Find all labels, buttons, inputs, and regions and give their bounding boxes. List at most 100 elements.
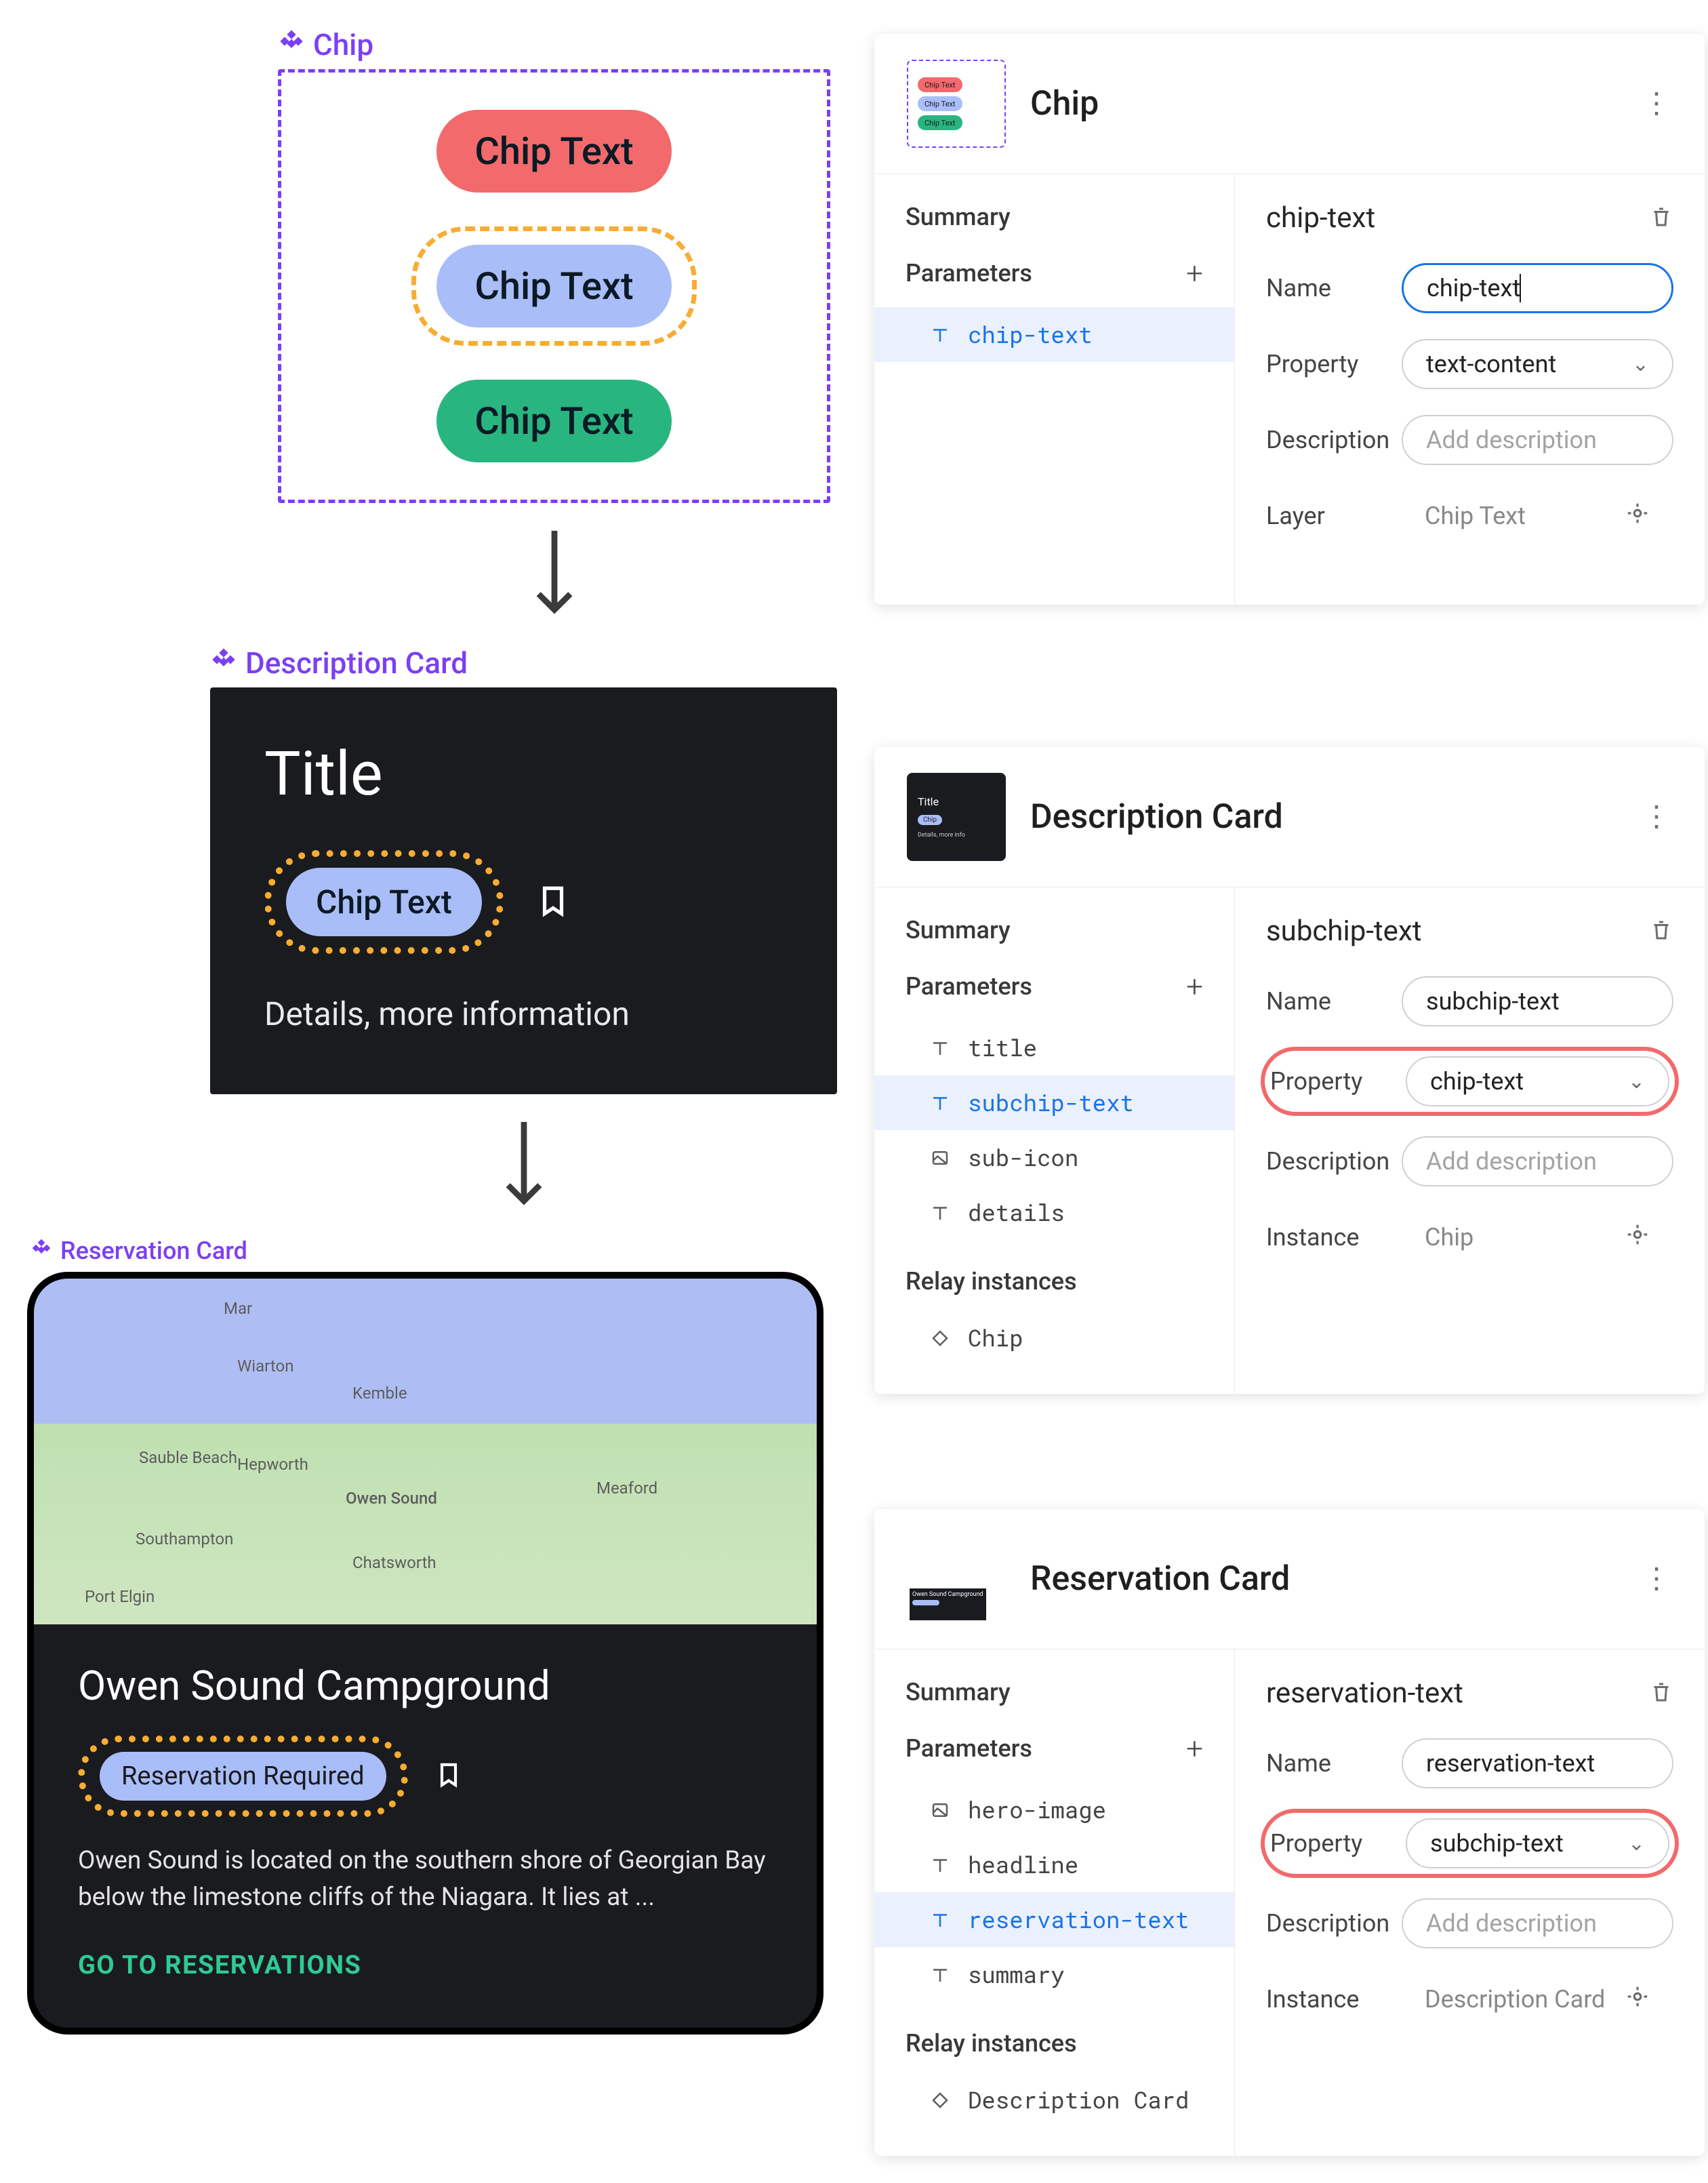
property-select[interactable]: subchip-text ⌄ — [1406, 1818, 1669, 1868]
reservation-card-preview[interactable]: Mar Wiarton Kemble Sauble Beach Hepworth… — [27, 1272, 824, 2035]
panel-thumbnail: Chip Text Chip Text Chip Text — [907, 60, 1006, 148]
add-parameter-icon[interactable]: + — [1186, 969, 1203, 1004]
instance-value: Description Card — [1402, 1974, 1673, 2024]
add-parameter-icon[interactable]: + — [1186, 256, 1203, 291]
chip-variant-red[interactable]: Chip Text — [436, 110, 671, 193]
chip-variant-blue-highlight: Chip Text — [411, 226, 696, 346]
more-menu-icon[interactable]: ⋮ — [1642, 803, 1672, 831]
property-label: Property — [1270, 1067, 1406, 1096]
panel-title: Chip — [1030, 84, 1618, 123]
text-type-icon — [929, 1854, 952, 1877]
chip-frame-label: Chip — [278, 27, 840, 62]
param-chip-text[interactable]: chip-text — [874, 307, 1234, 362]
chevron-down-icon: ⌄ — [1628, 1070, 1645, 1094]
name-label: Name — [1266, 1749, 1402, 1778]
bookmark-icon[interactable] — [435, 1758, 462, 1795]
relay-instance-description-card[interactable]: Description Card — [874, 2072, 1234, 2127]
name-input[interactable]: subchip-text — [1402, 976, 1673, 1026]
detail-title: reservation-text — [1266, 1677, 1463, 1710]
res-frame-label: Reservation Card — [30, 1237, 840, 1265]
arrow-down-icon — [210, 1111, 837, 1220]
param-headline[interactable]: headline — [874, 1837, 1234, 1892]
panel-thumbnail: Title Chip Details, more info — [907, 773, 1006, 861]
property-select[interactable]: text-content ⌄ — [1402, 339, 1673, 389]
chip-variant-frame[interactable]: Chip Text Chip Text Chip Text — [278, 69, 830, 503]
description-card-preview[interactable]: Title Chip Text Details, more informatio… — [210, 687, 837, 1094]
summary-section[interactable]: Summary — [874, 203, 1234, 256]
param-summary[interactable]: summary — [874, 1947, 1234, 2002]
text-type-icon — [929, 323, 952, 346]
param-details[interactable]: details — [874, 1185, 1234, 1240]
diamond-icon — [929, 2089, 952, 2112]
desc-frame-title: Description Card — [245, 645, 468, 681]
hero-image-map: Mar Wiarton Kemble Sauble Beach Hepworth… — [34, 1279, 817, 1624]
desc-chip-highlight: Chip Text — [264, 850, 504, 954]
param-title[interactable]: title — [874, 1020, 1234, 1075]
instance-value: Chip — [1402, 1212, 1673, 1262]
add-parameter-icon[interactable]: + — [1186, 1731, 1203, 1766]
param-sub-icon[interactable]: sub-icon — [874, 1130, 1234, 1185]
instance-label: Instance — [1266, 1985, 1402, 2014]
text-type-icon — [929, 1908, 952, 1931]
res-frame-title: Reservation Card — [60, 1237, 247, 1265]
description-label: Description — [1266, 1909, 1402, 1938]
property-highlight: Property subchip-text ⌄ — [1261, 1809, 1679, 1878]
parameters-label: Parameters — [906, 972, 1032, 1001]
locate-icon[interactable] — [1625, 1222, 1650, 1254]
delete-icon[interactable] — [1649, 1680, 1673, 1707]
layer-value: Chip Text — [1402, 491, 1673, 541]
name-label: Name — [1266, 274, 1402, 302]
desc-details: Details, more information — [264, 995, 783, 1033]
res-chip-highlight: Reservation Required — [78, 1736, 408, 1817]
text-type-icon — [929, 1201, 952, 1224]
desc-chip[interactable]: Chip Text — [286, 868, 482, 936]
description-label: Description — [1266, 1147, 1402, 1176]
text-type-icon — [929, 1963, 952, 1986]
description-input[interactable]: Add description — [1402, 1898, 1673, 1948]
bookmark-icon[interactable] — [536, 880, 570, 925]
more-menu-icon[interactable]: ⋮ — [1642, 89, 1672, 118]
relay-instances-label: Relay instances — [874, 1240, 1234, 1310]
summary-section[interactable]: Summary — [874, 1678, 1234, 1731]
res-headline: Owen Sound Campground — [78, 1662, 773, 1710]
delete-icon[interactable] — [1649, 205, 1673, 232]
chevron-down-icon: ⌄ — [1628, 1832, 1645, 1856]
param-hero-image[interactable]: hero-image — [874, 1782, 1234, 1837]
detail-title: subchip-text — [1266, 915, 1422, 948]
param-reservation-text[interactable]: reservation-text — [874, 1892, 1234, 1947]
property-label: Property — [1270, 1829, 1406, 1858]
property-highlight: Property chip-text ⌄ — [1261, 1047, 1679, 1116]
relay-diamond-icon — [30, 1237, 52, 1265]
relay-diamond-icon — [210, 645, 237, 681]
chip-variant-green[interactable]: Chip Text — [436, 380, 671, 462]
delete-icon[interactable] — [1649, 918, 1673, 945]
name-input[interactable]: reservation-text — [1402, 1738, 1673, 1788]
diamond-icon — [929, 1327, 952, 1350]
--menu-icon[interactable]: ⋮ — [1642, 1565, 1672, 1593]
res-chip[interactable]: Reservation Required — [100, 1752, 386, 1801]
description-input[interactable]: Add description — [1402, 415, 1673, 465]
go-to-reservations-button[interactable]: GO TO RESERVATIONS — [78, 1950, 773, 1980]
param-subchip-text[interactable]: subchip-text — [874, 1075, 1234, 1130]
instance-label: Instance — [1266, 1223, 1402, 1251]
locate-icon[interactable] — [1625, 500, 1650, 532]
chevron-down-icon: ⌄ — [1632, 353, 1649, 376]
locate-icon[interactable] — [1625, 1984, 1650, 2016]
parameters-label: Parameters — [906, 1734, 1032, 1763]
text-type-icon — [929, 1037, 952, 1060]
layer-label: Layer — [1266, 502, 1402, 530]
summary-section[interactable]: Summary — [874, 916, 1234, 969]
panel-thumbnail: Owen Sound Campground — [907, 1535, 1006, 1623]
detail-title: chip-text — [1266, 201, 1375, 235]
name-input[interactable]: chip-text — [1402, 263, 1673, 313]
chip-panel: Chip Text Chip Text Chip Text Chip ⋮ Sum… — [874, 34, 1705, 605]
chip-variant-blue[interactable]: Chip Text — [436, 245, 671, 327]
description-input[interactable]: Add description — [1402, 1136, 1673, 1186]
property-select[interactable]: chip-text ⌄ — [1406, 1056, 1669, 1106]
relay-instance-chip[interactable]: Chip — [874, 1310, 1234, 1365]
property-label: Property — [1266, 350, 1402, 378]
parameters-label: Parameters — [906, 259, 1032, 287]
desc-card-title: Title — [264, 738, 783, 809]
reservation-card-panel: Owen Sound Campground Reservation Card ⋮… — [874, 1509, 1705, 2156]
relay-diamond-icon — [278, 27, 305, 62]
